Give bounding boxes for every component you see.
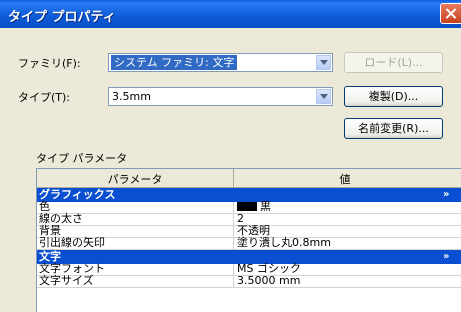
param-value[interactable]: 塗り潰し丸0.8mm [237, 236, 331, 249]
title-bar: タイプ プロパティ [0, 0, 461, 28]
family-label: ファミリ(F): [18, 57, 81, 70]
collapse-icon[interactable]: » [443, 250, 449, 264]
column-header-value[interactable]: 値 [234, 171, 456, 187]
chevron-down-icon[interactable] [316, 55, 331, 70]
chevron-down-icon[interactable] [316, 89, 331, 104]
param-value-text: 黒 [260, 200, 271, 213]
type-parameters-label: タイプ パラメータ [36, 152, 128, 165]
collapse-icon[interactable]: » [443, 188, 449, 202]
type-combo[interactable]: 3.5mm [108, 87, 333, 106]
family-combo[interactable]: システム ファミリ: 文字 [108, 53, 333, 72]
duplicate-button[interactable]: 複製(D)... [344, 86, 443, 107]
param-name: 引出線の矢印 [39, 236, 105, 249]
type-value: 3.5mm [112, 90, 151, 103]
type-label: タイプ(T): [18, 91, 71, 104]
family-value: システム ファミリ: 文字 [111, 55, 238, 70]
param-name: 文字サイズ [39, 274, 94, 287]
column-header-parameter[interactable]: パラメータ [37, 171, 233, 187]
parameter-grid: パラメータ 値 グラフィックス » 色 黒 線の太さ 2 背景 不透明 引出線の… [36, 168, 461, 312]
color-swatch [237, 202, 257, 211]
group-graphics-title: グラフィックス [39, 188, 116, 201]
table-row[interactable]: 文字サイズ 3.5000 mm [37, 274, 461, 288]
param-value[interactable]: 3.5000 mm [237, 274, 300, 287]
grid-header: パラメータ 値 [37, 169, 461, 188]
rename-button[interactable]: 名前変更(R)... [344, 118, 443, 139]
table-row[interactable]: 色 黒 [37, 200, 461, 214]
window-title: タイプ プロパティ [8, 10, 116, 25]
table-row[interactable]: 引出線の矢印 塗り潰し丸0.8mm [37, 236, 461, 250]
close-button[interactable] [440, 3, 461, 24]
load-button[interactable]: ロード(L)... [344, 52, 443, 73]
